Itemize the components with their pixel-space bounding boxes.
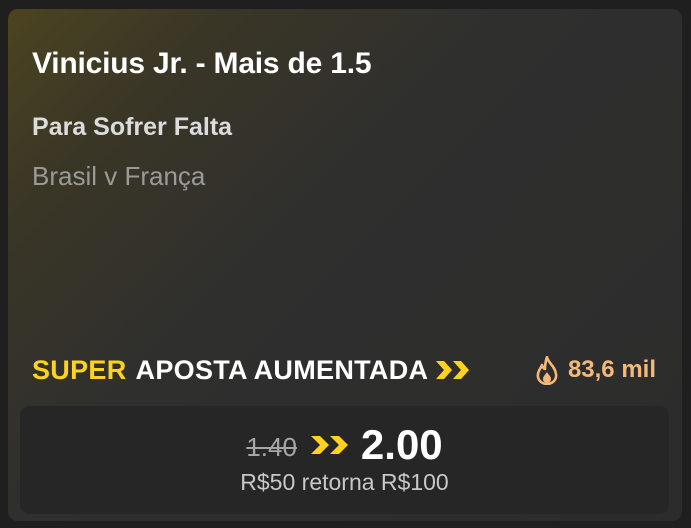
popularity-indicator: 83,6 mil: [535, 352, 656, 388]
original-odds: 1.40: [246, 431, 297, 462]
super-boost-label: SUPER APOSTA AUMENTADA: [32, 352, 472, 388]
double-chevron-right-icon: [434, 358, 472, 382]
odds-button[interactable]: 1.40 2.00 R$50 retorna R$100: [20, 406, 669, 514]
fire-icon: [535, 355, 559, 385]
bet-boost-card: Vinicius Jr. - Mais de 1.5 Para Sofrer F…: [8, 9, 682, 521]
returns-text: R$50 retorna R$100: [240, 469, 449, 495]
event-name: Brasil v França: [32, 161, 206, 191]
market-name: Para Sofrer Falta: [32, 113, 233, 141]
selection-title: Vinicius Jr. - Mais de 1.5: [32, 47, 372, 80]
super-label: SUPER: [32, 354, 127, 385]
popularity-count: 83,6 mil: [567, 356, 656, 383]
boosted-odds: 2.00: [360, 421, 443, 468]
boost-label: APOSTA AUMENTADA: [135, 354, 429, 385]
odds-row: 1.40 2.00: [20, 421, 669, 469]
double-chevron-right-icon: [309, 433, 351, 457]
